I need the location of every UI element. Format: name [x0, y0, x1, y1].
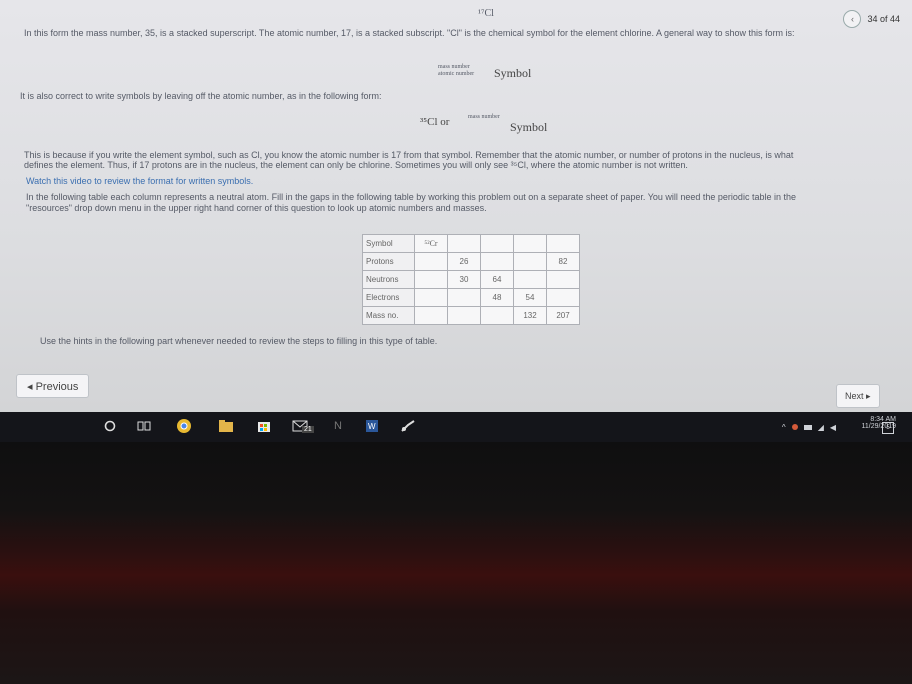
row-label: Mass no.	[362, 306, 415, 325]
tray-icons: ^ ◢ ◀	[772, 422, 836, 432]
top-symbol: ¹⁷Cl	[478, 8, 494, 19]
table-cell[interactable]	[447, 288, 481, 307]
table-cell[interactable]	[513, 252, 547, 271]
table-cell[interactable]: 82	[546, 252, 580, 271]
alt-form-sup: mass number	[468, 114, 500, 120]
next-button[interactable]: Next ▸	[836, 384, 880, 408]
table-cell[interactable]: 26	[447, 252, 481, 271]
table-cell[interactable]: 207	[546, 306, 580, 325]
volume-icon[interactable]: ◀	[830, 423, 836, 432]
explanation-line-2: defines the element. Thus, if 17 protons…	[24, 160, 688, 170]
table-row: Electrons 48 54	[362, 288, 580, 307]
action-center-icon[interactable]: 5	[882, 422, 894, 434]
table-cell[interactable]	[546, 234, 580, 253]
table-cell[interactable]	[414, 288, 448, 307]
general-symbol: Symbol	[494, 66, 532, 80]
chevron-up-icon[interactable]: ^	[782, 423, 786, 432]
table-cell[interactable]: 132	[513, 306, 547, 325]
cortana-icon[interactable]	[102, 418, 118, 434]
table-cell[interactable]	[546, 270, 580, 289]
table-cell[interactable]	[414, 306, 448, 325]
hint-text: Use the hints in the following part when…	[40, 336, 438, 346]
chevron-left-icon[interactable]: ‹	[843, 10, 862, 28]
browser-screen: ‹ 34 of 44 ¹⁷Cl In this form the mass nu…	[0, 0, 912, 412]
row-label: Symbol	[362, 234, 415, 253]
table-cell[interactable]: ⁵²Cr	[414, 234, 448, 253]
table-cell[interactable]: 30	[447, 270, 481, 289]
table-cell[interactable]	[513, 270, 547, 289]
intro-line: In this form the mass number, 35, is a s…	[24, 28, 795, 38]
page-counter: 34 of 44	[867, 14, 900, 24]
table-cell[interactable]	[480, 234, 514, 253]
table-cell[interactable]	[546, 288, 580, 307]
table-row: Symbol ⁵²Cr	[362, 234, 580, 253]
store-icon[interactable]	[256, 418, 272, 434]
page-navigation: ‹ 34 of 44	[843, 10, 900, 28]
alt-form-left: ³⁵Cl or	[420, 116, 450, 128]
svg-text:W: W	[368, 422, 376, 431]
table-cell[interactable]: 64	[480, 270, 514, 289]
general-form-stack: mass number atomic number	[438, 64, 474, 78]
table-row: Protons 26 82	[362, 252, 580, 271]
edit-app-icon[interactable]	[400, 418, 416, 434]
task-view-icon[interactable]	[136, 418, 152, 434]
wifi-icon[interactable]: ◢	[818, 423, 824, 432]
word-icon[interactable]: W	[364, 418, 380, 434]
table-cell[interactable]: 54	[513, 288, 547, 307]
alt-form-symbol: Symbol	[510, 120, 548, 134]
row-label: Electrons	[362, 288, 415, 307]
table-cell[interactable]	[447, 234, 481, 253]
table-cell[interactable]: 48	[480, 288, 514, 307]
alt-form-line: It is also correct to write symbols by l…	[20, 91, 382, 101]
atom-table: Symbol ⁵²Cr Protons 26 82 Neutrons 30 64…	[362, 234, 580, 325]
previous-button[interactable]: ◂ Previous	[16, 374, 90, 398]
table-instructions-1: In the following table each column repre…	[26, 192, 796, 202]
row-label: Neutrons	[362, 270, 415, 289]
table-cell[interactable]	[414, 270, 448, 289]
battery-icon[interactable]	[803, 424, 812, 430]
explanation-line-1: This is because if you write the element…	[24, 150, 794, 160]
file-explorer-icon[interactable]	[218, 418, 234, 434]
general-bottom: atomic number	[438, 71, 475, 77]
table-cell[interactable]	[513, 234, 547, 253]
notification-app-icon[interactable]	[791, 424, 798, 430]
row-label: Protons	[362, 252, 415, 271]
table-row: Neutrons 30 64	[362, 270, 580, 289]
table-cell[interactable]	[414, 252, 448, 271]
video-link[interactable]: Watch this video to review the format fo…	[26, 176, 253, 186]
mail-badge: 21	[302, 426, 314, 433]
general-top: mass number	[438, 64, 470, 70]
chrome-icon[interactable]	[176, 418, 192, 434]
table-row: Mass no. 132 207	[362, 306, 580, 325]
table-cell[interactable]	[480, 306, 514, 325]
table-cell[interactable]	[447, 306, 481, 325]
table-cell[interactable]	[480, 252, 514, 271]
table-instructions-2: "resources" drop down menu in the upper …	[26, 203, 487, 213]
onenote-icon[interactable]: N	[330, 418, 346, 434]
laptop-bezel	[0, 442, 912, 684]
windows-taskbar: 21 N W ^ ◢ ◀ 8:34 AM 11/29/2019 5	[0, 412, 912, 442]
